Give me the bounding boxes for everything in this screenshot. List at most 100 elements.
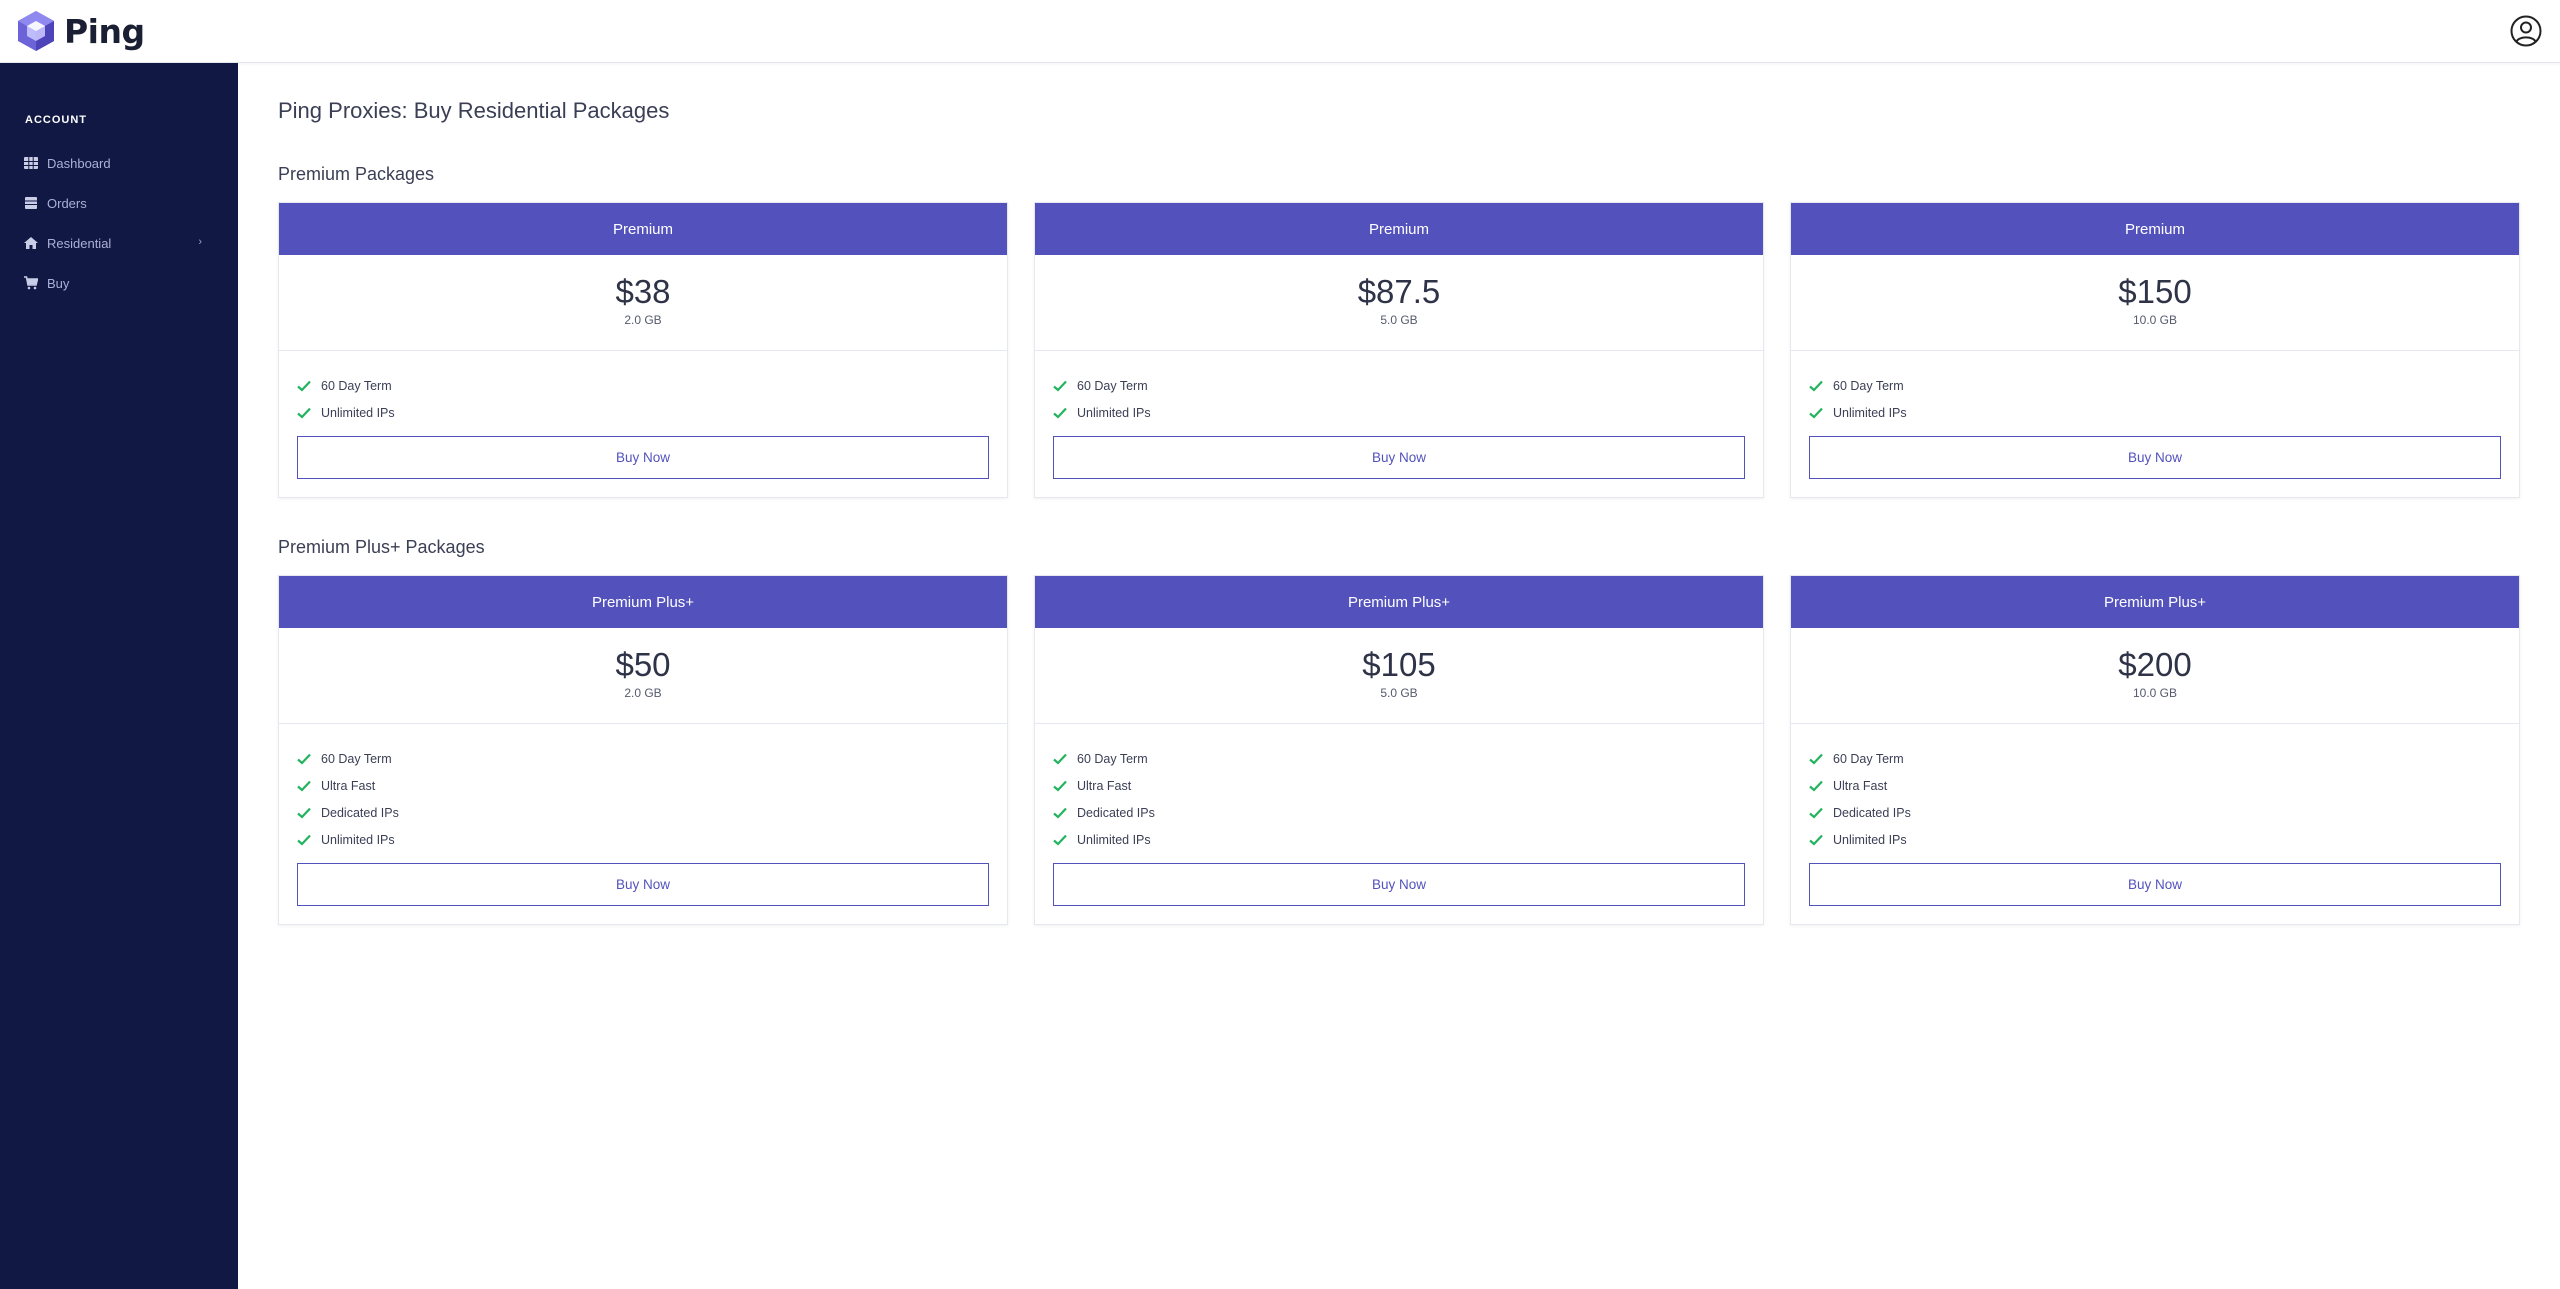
feature-item: 60 Day Term — [1809, 745, 2501, 772]
home-icon — [24, 236, 38, 250]
package-card: Premium Plus+ $50 2.0 GB 60 Day Term Ult… — [278, 575, 1008, 925]
sidebar-item-dashboard[interactable]: Dashboard — [0, 147, 238, 179]
feature-item: 60 Day Term — [297, 745, 989, 772]
price: $50 — [615, 646, 671, 683]
feature-item: Unlimited IPs — [297, 399, 989, 426]
feature-item: 60 Day Term — [1809, 372, 2501, 399]
card-title: Premium — [1791, 203, 2519, 255]
feature-list: 60 Day Term Unlimited IPs — [1035, 351, 1763, 426]
check-icon — [297, 753, 311, 765]
check-icon — [1053, 753, 1067, 765]
check-icon — [1053, 380, 1067, 392]
package-card: Premium $150 10.0 GB 60 Day Term Unlimit… — [1790, 202, 2520, 498]
package-card: Premium Plus+ $105 5.0 GB 60 Day Term Ul… — [1034, 575, 1764, 925]
package-card: Premium $87.5 5.0 GB 60 Day Term Unlimit… — [1034, 202, 1764, 498]
grid-icon — [24, 156, 38, 170]
check-icon — [1053, 780, 1067, 792]
sidebar-item-label: Residential — [47, 235, 112, 251]
sidebar-heading: ACCOUNT — [25, 114, 87, 126]
feature-item: 60 Day Term — [1053, 745, 1745, 772]
feature-item: Ultra Fast — [1809, 772, 2501, 799]
feature-label: 60 Day Term — [321, 751, 392, 766]
section-title-premium: Premium Packages — [278, 164, 435, 184]
feature-list: 60 Day Term Unlimited IPs — [279, 351, 1007, 426]
check-icon — [297, 780, 311, 792]
sidebar-item-orders[interactable]: Orders — [0, 187, 238, 219]
feature-label: Unlimited IPs — [1833, 832, 1907, 847]
check-icon — [1809, 834, 1823, 846]
data-size: 10.0 GB — [2132, 686, 2178, 700]
feature-item: Ultra Fast — [1053, 772, 1745, 799]
package-card: Premium Plus+ $200 10.0 GB 60 Day Term U… — [1790, 575, 2520, 925]
price-block: $105 5.0 GB — [1035, 628, 1763, 724]
price-block: $150 10.0 GB — [1791, 255, 2519, 351]
feature-list: 60 Day Term Unlimited IPs — [1791, 351, 2519, 426]
feature-item: Unlimited IPs — [297, 826, 989, 853]
user-account-button[interactable] — [2510, 15, 2542, 47]
top-bar: Ping — [0, 0, 2560, 63]
feature-label: Ultra Fast — [1833, 778, 1888, 793]
buy-now-button[interactable]: Buy Now — [1809, 863, 2501, 906]
price-block: $200 10.0 GB — [1791, 628, 2519, 724]
card-title: Premium — [1035, 203, 1763, 255]
price: $38 — [615, 273, 671, 310]
buy-now-button[interactable]: Buy Now — [297, 436, 989, 479]
feature-item: Dedicated IPs — [1053, 799, 1745, 826]
chevron-right-icon: › — [198, 236, 202, 248]
check-icon — [297, 834, 311, 846]
user-circle-icon — [2510, 15, 2542, 47]
buy-now-button[interactable]: Buy Now — [297, 863, 989, 906]
brand-logo[interactable]: Ping — [16, 10, 145, 52]
feature-item: Unlimited IPs — [1053, 399, 1745, 426]
feature-label: Unlimited IPs — [1077, 405, 1151, 420]
hexagon-logo-icon — [18, 11, 54, 51]
brand-name: Ping — [64, 11, 145, 51]
feature-label: Unlimited IPs — [1833, 405, 1907, 420]
check-icon — [297, 807, 311, 819]
data-size: 2.0 GB — [624, 686, 662, 700]
feature-label: 60 Day Term — [1077, 751, 1148, 766]
feature-label: Ultra Fast — [321, 778, 376, 793]
feature-label: Ultra Fast — [1077, 778, 1132, 793]
buy-now-button[interactable]: Buy Now — [1053, 863, 1745, 906]
price: $87.5 — [1357, 273, 1441, 310]
cart-icon — [24, 276, 38, 290]
price-block: $38 2.0 GB — [279, 255, 1007, 351]
sidebar-item-buy[interactable]: Buy — [0, 267, 238, 299]
check-icon — [1809, 380, 1823, 392]
check-icon — [1809, 407, 1823, 419]
feature-item: Dedicated IPs — [1809, 799, 2501, 826]
buy-now-button[interactable]: Buy Now — [1053, 436, 1745, 479]
data-size: 5.0 GB — [1380, 313, 1418, 327]
sidebar-item-label: Dashboard — [47, 155, 111, 171]
price: $105 — [1362, 646, 1436, 683]
buy-now-button[interactable]: Buy Now — [1809, 436, 2501, 479]
price: $200 — [2118, 646, 2192, 683]
check-icon — [1809, 780, 1823, 792]
feature-item: Unlimited IPs — [1053, 826, 1745, 853]
package-card: Premium $38 2.0 GB 60 Day Term Unlimited… — [278, 202, 1008, 498]
page-title: Ping Proxies: Buy Residential Packages — [278, 98, 670, 123]
sidebar-item-residential[interactable]: Residential › — [0, 227, 238, 259]
feature-label: Unlimited IPs — [321, 405, 395, 420]
feature-label: 60 Day Term — [1833, 378, 1904, 393]
card-title: Premium Plus+ — [1791, 576, 2519, 628]
sidebar: ACCOUNT Dashboard Orders Residential › B… — [0, 63, 238, 1289]
data-size: 10.0 GB — [2132, 313, 2178, 327]
main-content: Ping Proxies: Buy Residential Packages P… — [238, 63, 2560, 1289]
section-title-premium-plus: Premium Plus+ Packages — [278, 537, 485, 557]
price: $150 — [2118, 273, 2192, 310]
feature-label: 60 Day Term — [1833, 751, 1904, 766]
feature-label: Dedicated IPs — [321, 805, 399, 820]
check-icon — [1053, 807, 1067, 819]
feature-item: Ultra Fast — [297, 772, 989, 799]
feature-item: 60 Day Term — [297, 372, 989, 399]
card-title: Premium Plus+ — [279, 576, 1007, 628]
card-title: Premium — [279, 203, 1007, 255]
check-icon — [297, 407, 311, 419]
feature-item: Unlimited IPs — [1809, 826, 2501, 853]
feature-label: 60 Day Term — [1077, 378, 1148, 393]
check-icon — [1809, 753, 1823, 765]
feature-item: 60 Day Term — [1053, 372, 1745, 399]
check-icon — [1053, 834, 1067, 846]
